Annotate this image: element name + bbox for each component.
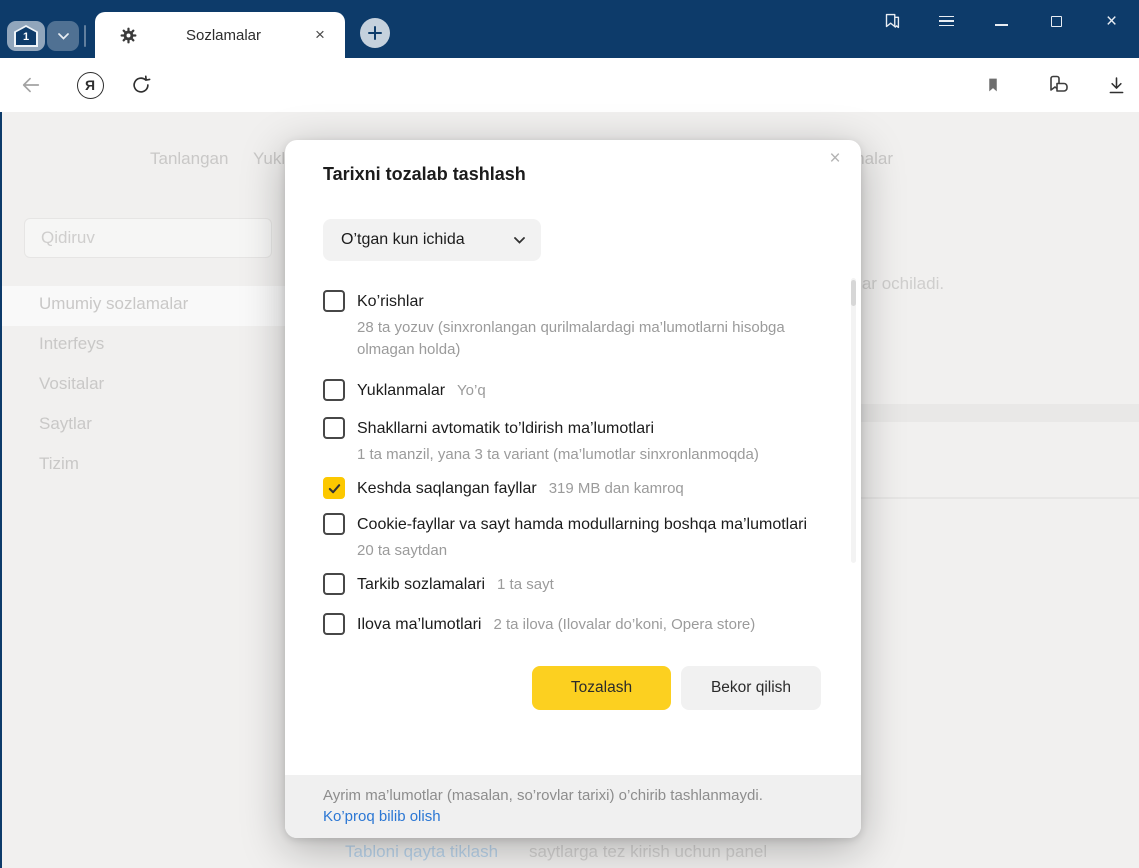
reload-icon (133, 75, 151, 93)
period-selected-value: O’tgan kun ichida (341, 231, 465, 248)
checkbox[interactable] (323, 513, 345, 535)
dialog-actions: Tozalash Bekor qilish (323, 666, 821, 710)
tab-sozlamalar[interactable]: Sozlamalar × (95, 12, 345, 58)
tab-close-icon[interactable]: × (309, 25, 331, 45)
downloads-button[interactable] (1100, 58, 1132, 112)
titlebar: 1 Sozlamalar × × (0, 0, 1139, 58)
sidebar-item-vositalar[interactable]: Vositalar (39, 374, 104, 394)
footer-note: Ayrim ma’lumotlar (masalan, so’rovlar ta… (323, 787, 763, 804)
chevron-down-icon (514, 236, 525, 244)
back-arrow-icon (22, 77, 40, 93)
dialog-footer: Ayrim ma’lumotlar (masalan, so’rovlar ta… (285, 775, 861, 838)
checkbox[interactable] (323, 417, 345, 439)
menu-button[interactable] (919, 0, 974, 42)
download-icon (1109, 76, 1123, 93)
chevron-down-icon (57, 32, 69, 40)
back-button[interactable] (16, 58, 46, 112)
close-icon: × (1105, 10, 1118, 32)
minimize-button[interactable] (974, 0, 1029, 42)
dialog-close-icon[interactable]: × (823, 148, 847, 170)
bg-tabloni-desc: saytlarga tez kirish uchun panel (529, 842, 768, 861)
collections-button[interactable] (1042, 58, 1074, 112)
item-label: Shakllarni avtomatik to’ldirish ma’lumot… (357, 420, 654, 437)
item-label: Ilova ma’lumotlari (357, 616, 482, 633)
period-select[interactable]: O’tgan kun ichida (323, 219, 541, 261)
checkbox[interactable] (323, 379, 345, 401)
checkbox[interactable] (323, 573, 345, 595)
bg-tab-yuklanmalar-partial[interactable]: Yukl (253, 149, 285, 169)
plus-icon (368, 26, 382, 40)
window-controls: × (864, 0, 1139, 42)
sidebar-item-interfeys[interactable]: Interfeys (39, 334, 104, 354)
gear-icon (120, 27, 137, 43)
titlebar-separator (84, 25, 86, 47)
collections-icon (1050, 75, 1068, 92)
tab-counter-dropdown[interactable] (47, 21, 79, 51)
clear-button[interactable]: Tozalash (532, 666, 671, 710)
toolbar: Я Y settings Sozlamalar (0, 58, 1139, 158)
history-item-cookie[interactable]: Cookie-fayllar va sayt hamda modullarnin… (323, 512, 821, 538)
close-window-button[interactable]: × (1084, 0, 1139, 42)
tab-counter-control[interactable]: 1 (7, 21, 79, 51)
checkbox[interactable] (323, 477, 345, 499)
history-item-ilova[interactable]: Ilova ma’lumotlari 2 ta ilova (Ilovalar … (323, 612, 821, 638)
bg-tab-tanlangan[interactable]: Tanlangan (150, 149, 228, 169)
hamburger-icon (939, 15, 954, 27)
sidebar-panel-button[interactable] (864, 0, 919, 42)
settings-search-input[interactable]: Qidiruv (24, 218, 272, 258)
item-label: Yuklanmalar (357, 382, 446, 399)
checkbox[interactable] (323, 290, 345, 312)
item-inline-detail: 1 ta sayt (497, 576, 554, 593)
bookmark-button[interactable] (980, 58, 1006, 112)
item-inline-detail: 2 ta ilova (Ilovalar do’koni, Opera stor… (493, 616, 756, 633)
checkbox[interactable] (323, 613, 345, 635)
item-label: Cookie-fayllar va sayt hamda modullarnin… (357, 516, 807, 533)
yandex-home-button[interactable]: Я (75, 58, 105, 112)
item-subtext: 28 ta yozuv (sinxronlangan qurilmalardag… (357, 319, 785, 358)
dialog-scrollbar-thumb[interactable] (851, 280, 856, 306)
item-subtext: 1 ta manzil, yana 3 ta variant (ma’lumot… (357, 446, 759, 463)
tab-title: Sozlamalar (185, 26, 262, 44)
history-item-yuklanmalar[interactable]: Yuklanmalar Yo’q (323, 378, 821, 404)
minimize-icon (995, 24, 1008, 26)
learn-more-link[interactable]: Ko’proq bilib olish (323, 806, 441, 827)
sidebar-item-saytlar[interactable]: Saytlar (39, 414, 92, 434)
item-inline-detail: 319 MB dan kamroq (548, 480, 684, 497)
history-item-shakllar[interactable]: Shakllarni avtomatik to’ldirish ma’lumot… (323, 416, 821, 442)
history-item-tarkib[interactable]: Tarkib sozlamalari 1 ta sayt (323, 572, 821, 598)
item-subtext: 20 ta saytdan (357, 542, 448, 559)
bookmark-flag-icon (989, 78, 997, 92)
maximize-icon (1051, 15, 1062, 27)
reload-button[interactable] (126, 58, 156, 112)
yandex-icon: Я (76, 71, 104, 99)
item-inline-detail: Yo’q (457, 382, 486, 399)
tab-counter-pentagon-icon: 1 (14, 25, 38, 47)
search-placeholder: Qidiruv (41, 228, 95, 247)
clear-history-dialog: × Tarixni tozalab tashlash O’tgan kun ic… (285, 140, 861, 838)
bookmarks-panel-icon (885, 13, 899, 29)
sidebar-item-tizim[interactable]: Tizim (39, 454, 79, 474)
dialog-scrollbar-track[interactable] (851, 278, 856, 563)
history-item-korishlar[interactable]: Ko’rishlar (323, 289, 821, 315)
history-item-kesh[interactable]: Keshda saqlangan fayllar 319 MB dan kamr… (323, 476, 821, 502)
check-icon (328, 483, 340, 493)
item-label: Tarkib sozlamalari (357, 576, 486, 593)
item-label: Ko’rishlar (357, 293, 424, 310)
tab-counter-badge[interactable]: 1 (7, 21, 45, 51)
item-label: Keshda saqlangan fayllar (357, 480, 537, 497)
sidebar-item-umumiy-sozlamalar[interactable]: Umumiy sozlamalar (39, 294, 188, 314)
cancel-button[interactable]: Bekor qilish (681, 666, 821, 710)
new-tab-button[interactable] (360, 18, 390, 48)
dialog-title: Tarixni tozalab tashlash (323, 164, 526, 184)
tab-count: 1 (16, 27, 36, 45)
maximize-button[interactable] (1029, 0, 1084, 42)
bg-tabloni-link[interactable]: Tabloni qayta tiklash (345, 842, 498, 862)
